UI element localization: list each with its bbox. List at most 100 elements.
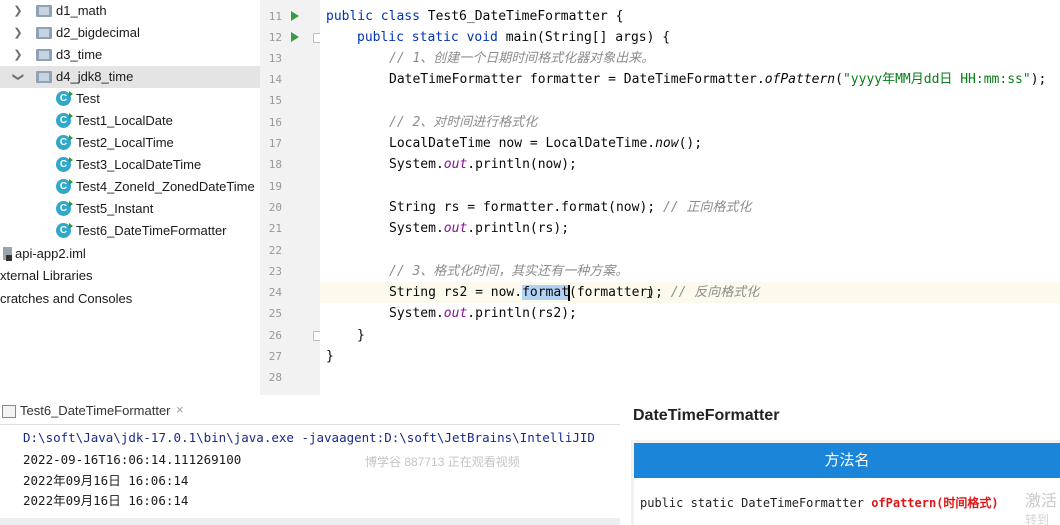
run-main-icon[interactable]	[291, 32, 299, 42]
code-token: );	[1030, 72, 1047, 87]
tree-item-d1-math[interactable]: ❯ d1_math	[0, 0, 260, 22]
tree-item-label: Test5_Instant	[76, 201, 154, 216]
chevron-right-icon[interactable]: ❯	[12, 0, 24, 22]
tree-item-d3-time[interactable]: ❯ d3_time	[0, 44, 260, 66]
tree-item-test1-localdate[interactable]: C Test1_LocalDate	[0, 110, 260, 132]
code-token: public class	[326, 9, 420, 24]
tree-item-label: Test4_ZoneId_ZonedDateTime	[76, 179, 255, 194]
video-watermark: 博学谷 887713 正在观看视频	[365, 455, 520, 469]
project-tree: ❯ d1_math ❯ d2_bigdecimal ❯ d3_time ❯ d4…	[0, 0, 260, 395]
line-number: 24	[268, 286, 282, 299]
line-number: 27	[268, 350, 282, 363]
chevron-right-icon[interactable]: ❯	[12, 22, 24, 44]
tree-item-test6-datetimeformatter[interactable]: C Test6_DateTimeFormatter	[0, 220, 260, 242]
console-toolbar-strip	[0, 518, 620, 525]
code-comment: // 正向格式化	[662, 200, 752, 215]
tree-item-label: cratches and Consoles	[0, 291, 133, 306]
code-line-24: String rs2 = now.format(formatter); // 反…	[320, 282, 1060, 303]
tree-item-iml[interactable]: api-app2.iml	[0, 243, 260, 265]
code-comment: // 反向格式化	[670, 285, 760, 300]
code-comment: // 1、创建一个日期时间格式化器对象出来。	[389, 51, 655, 66]
method-table: 方法名 public static DateTimeFormatter ofPa…	[631, 440, 1060, 525]
code-line-14: DateTimeFormatter formatter = DateTimeFo…	[320, 69, 1060, 90]
line-number: 18	[268, 158, 282, 171]
code-token: DateTimeFormatter formatter = DateTimeFo…	[389, 72, 765, 87]
code-line-21: System.out.println(rs);	[320, 218, 1060, 239]
activate-watermark-sub: 转到	[1025, 513, 1050, 525]
code-line-27: }	[320, 346, 1060, 367]
code-token: Test6_DateTimeFormatter {	[419, 9, 624, 24]
chevron-down-icon[interactable]: ❯	[7, 71, 29, 83]
code-token: ();	[678, 136, 703, 151]
package-folder-icon	[36, 71, 52, 83]
tree-item-label: d3_time	[56, 47, 103, 62]
console-line: 2022年09月16日 16:06:14	[23, 493, 189, 508]
code-token: System.	[389, 221, 444, 236]
tree-item-test[interactable]: C Test	[0, 88, 260, 110]
method-table-header-label: 方法名	[824, 451, 870, 469]
code-token: main(String[] args) {	[497, 30, 671, 45]
java-class-icon: C	[56, 113, 73, 128]
java-class-icon: C	[56, 135, 73, 150]
tree-item-test5-instant[interactable]: C Test5_Instant	[0, 198, 260, 220]
code-token: String rs = formatter.format(now);	[389, 200, 663, 215]
code-line-20: String rs = formatter.format(now); // 正向…	[320, 197, 1060, 218]
method-signature-prefix: public static DateTimeFormatter	[640, 496, 872, 510]
tree-item-external-libraries[interactable]: xternal Libraries	[0, 265, 260, 287]
chevron-right-icon[interactable]: ❯	[12, 44, 24, 66]
tree-item-test4-zoneid[interactable]: C Test4_ZoneId_ZonedDateTime	[0, 176, 260, 198]
iml-file-icon	[3, 247, 12, 261]
java-class-icon: C	[56, 223, 73, 238]
run-tab-label: Test6_DateTimeFormatter	[20, 403, 171, 418]
tree-item-d2-bigdecimal[interactable]: ❯ d2_bigdecimal	[0, 22, 260, 44]
code-token: (formatter);	[569, 285, 671, 300]
line-number: 15	[268, 94, 282, 107]
code-token: public static void	[357, 30, 498, 45]
code-line-18: System.out.println(now);	[320, 154, 1060, 175]
selected-text[interactable]: format	[522, 285, 570, 300]
tree-item-label: Test2_LocalTime	[76, 135, 174, 150]
code-line-25: System.out.println(rs2);	[320, 303, 1060, 324]
code-token: (	[835, 72, 843, 87]
tree-item-test3-localdatetime[interactable]: C Test3_LocalDateTime	[0, 154, 260, 176]
code-token: System.	[389, 306, 444, 321]
tree-item-test2-localtime[interactable]: C Test2_LocalTime	[0, 132, 260, 154]
tree-item-label: Test3_LocalDateTime	[76, 157, 202, 172]
tree-item-label: Test	[76, 91, 100, 106]
tree-item-label: xternal Libraries	[0, 268, 93, 283]
run-tab[interactable]: Test6_DateTimeFormatter ×	[0, 399, 620, 425]
editor-gutter[interactable]: 11 12 13 14 15 16 17 18 19 20 21 22 23 2…	[260, 0, 322, 395]
tree-item-label: d1_math	[56, 3, 107, 18]
code-line-16: // 2、对时间进行格式化	[320, 112, 1060, 133]
tree-item-d4-jdk8-time[interactable]: ❯ d4_jdk8_time	[0, 66, 260, 88]
code-field: out	[443, 221, 468, 236]
code-field: out	[443, 306, 468, 321]
java-class-icon: C	[56, 179, 73, 194]
close-icon[interactable]: ×	[176, 402, 184, 417]
code-token: }	[326, 349, 334, 364]
tree-item-scratches[interactable]: cratches and Consoles	[0, 288, 260, 310]
package-folder-icon	[36, 5, 52, 17]
tree-item-label: Test6_DateTimeFormatter	[76, 223, 227, 238]
run-console[interactable]: D:\soft\Java\jdk-17.0.1\bin\java.exe -ja…	[0, 425, 620, 525]
code-token: .println(rs2);	[467, 306, 577, 321]
tree-item-label: Test1_LocalDate	[76, 113, 173, 128]
line-number: 13	[268, 52, 282, 65]
run-class-icon[interactable]	[291, 11, 299, 21]
line-number: 12	[268, 31, 282, 44]
code-editor[interactable]: public class Test6_DateTimeFormatter { p…	[320, 0, 1060, 395]
line-number: 20	[268, 201, 282, 214]
code-token: now	[655, 136, 679, 151]
line-number: 23	[268, 265, 282, 278]
code-field: out	[443, 157, 468, 172]
line-number: 25	[268, 307, 282, 320]
code-comment: // 2、对时间进行格式化	[389, 115, 538, 130]
code-token: }	[357, 328, 365, 343]
line-number: 21	[268, 222, 282, 235]
mouse-text-cursor-icon: I	[646, 287, 654, 301]
line-number: 26	[268, 329, 282, 342]
line-number: 17	[268, 137, 282, 150]
java-class-icon: C	[56, 91, 73, 106]
package-folder-icon	[36, 49, 52, 61]
code-line-12: public static void main(String[] args) {	[320, 27, 1060, 48]
